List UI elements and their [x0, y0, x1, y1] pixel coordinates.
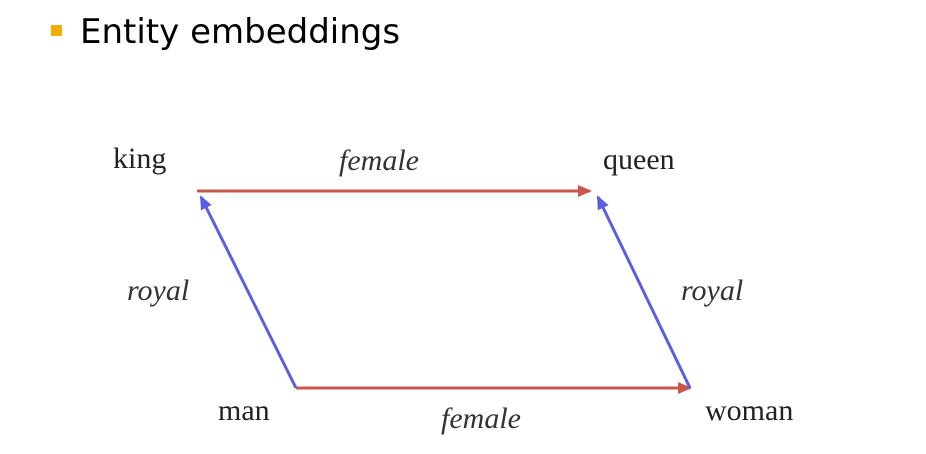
- left-royal-arrow: [199, 195, 298, 389]
- edge-label-right-royal: royal: [681, 274, 743, 307]
- node-label-king: king: [113, 142, 166, 175]
- right-royal-arrow: [596, 195, 692, 389]
- edge-label-top-female: female: [339, 144, 419, 177]
- node-label-woman: woman: [705, 394, 793, 427]
- edge-label-left-royal: royal: [127, 274, 189, 307]
- node-label-queen: queen: [603, 143, 675, 176]
- embedding-analogy-diagram: king queen man woman female female royal…: [113, 142, 793, 435]
- edge-label-bottom-female: female: [441, 402, 521, 435]
- node-label-man: man: [218, 394, 270, 427]
